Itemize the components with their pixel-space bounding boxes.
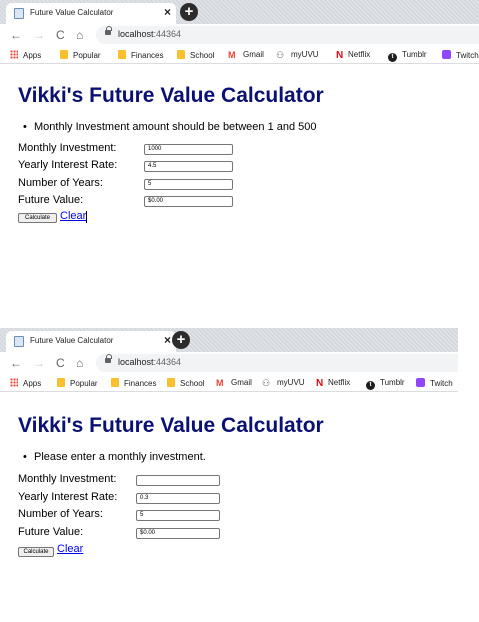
years-label: Number of Years: <box>18 508 103 520</box>
monthly-investment-label: Monthly Investment: <box>18 142 117 154</box>
back-arrow-icon[interactable]: ← <box>10 356 22 370</box>
bookmark-myuvu[interactable]: ⚇ myUVU <box>262 378 305 388</box>
people-icon: ⚇ <box>262 378 271 388</box>
monthly-investment-input[interactable] <box>136 475 220 486</box>
home-icon[interactable]: ⌂ <box>76 28 83 42</box>
url-text: localhost:44364 <box>118 29 182 39</box>
lock-icon <box>105 354 112 365</box>
bookmark-popular[interactable]: Popular <box>57 378 98 388</box>
tab-title: Future Value Calculator <box>30 8 114 17</box>
back-arrow-icon[interactable]: ← <box>10 28 22 42</box>
browser-toolbar: ← → C ⌂ localhost:44364 <box>0 24 479 46</box>
people-icon: ⚇ <box>276 50 285 60</box>
gmail-icon: M <box>228 50 236 60</box>
folder-icon <box>57 378 65 387</box>
page-favicon-icon <box>14 8 24 19</box>
monthly-investment-input[interactable]: 1000 <box>144 144 233 155</box>
lock-icon <box>105 26 112 37</box>
bookmark-finances[interactable]: Finances <box>111 378 156 388</box>
interest-rate-label: Yearly Interest Rate: <box>18 491 118 503</box>
browser-toolbar: ← → C ⌂ localhost:44364 <box>0 352 458 374</box>
twitch-icon <box>416 378 425 387</box>
clear-link[interactable]: Clear <box>60 210 86 222</box>
netflix-icon: N <box>336 50 344 61</box>
future-value-label: Future Value: <box>18 194 84 206</box>
bookmarks-bar: Apps Popular Finances School M Gmail ⚇ myU… <box>0 374 458 392</box>
years-input[interactable]: 5 <box>144 179 233 190</box>
bookmark-apps[interactable]: Apps <box>10 378 41 388</box>
years-label: Number of Years: <box>18 177 103 189</box>
page-favicon-icon <box>14 336 24 347</box>
bookmark-gmail[interactable]: M Gmail <box>228 50 264 60</box>
tab-strip: Future Value Calculator × + <box>0 328 458 352</box>
interest-rate-input[interactable]: 0.3 <box>136 493 220 504</box>
calculate-button[interactable]: Calculate <box>18 547 54 557</box>
twitch-icon <box>442 50 451 59</box>
folder-icon <box>111 378 119 387</box>
new-tab-icon[interactable]: + <box>180 3 198 21</box>
reload-icon[interactable]: C <box>56 28 65 42</box>
reload-icon[interactable]: C <box>56 356 65 370</box>
page-content: Vikki's Future Value Calculator Monthly … <box>0 64 479 240</box>
bookmarks-bar: Apps Popular Finances School M Gmail ⚇ myU… <box>0 46 479 64</box>
bookmark-twitch[interactable]: Twitch <box>416 378 453 388</box>
forward-arrow-icon[interactable]: → <box>33 28 45 42</box>
bookmark-school[interactable]: School <box>167 378 204 388</box>
browser-tab[interactable]: Future Value Calculator × <box>6 3 176 24</box>
apps-icon <box>10 378 18 387</box>
close-tab-icon[interactable]: × <box>164 5 171 19</box>
tab-strip: Future Value Calculator × + <box>0 0 479 24</box>
text-cursor <box>86 211 87 223</box>
netflix-icon: N <box>316 378 324 389</box>
tumblr-icon: t <box>366 381 375 390</box>
bookmark-tumblr[interactable]: t Tumblr <box>388 50 427 62</box>
validation-message: Monthly Investment amount should be betw… <box>23 121 317 133</box>
bookmark-netflix[interactable]: N Netflix <box>336 50 370 61</box>
browser-window-2: Future Value Calculator × + ← → C ⌂ loca… <box>0 328 458 568</box>
validation-message: Please enter a monthly investment. <box>23 451 206 463</box>
page-content: Vikki's Future Value Calculator Please e… <box>0 392 458 568</box>
monthly-investment-label: Monthly Investment: <box>18 473 117 485</box>
browser-tab[interactable]: Future Value Calculator × <box>6 331 176 352</box>
close-tab-icon[interactable]: × <box>164 333 171 347</box>
address-bar[interactable]: localhost:44364 <box>96 354 458 372</box>
calculate-button[interactable]: Calculate <box>18 213 57 223</box>
folder-icon <box>118 50 126 59</box>
bookmark-twitch[interactable]: Twitch <box>442 50 479 60</box>
address-bar[interactable]: localhost:44364 <box>96 26 479 44</box>
bookmark-popular[interactable]: Popular <box>60 50 101 60</box>
bookmark-myuvu[interactable]: ⚇ myUVU <box>276 50 319 60</box>
home-icon[interactable]: ⌂ <box>76 356 83 370</box>
bookmark-finances[interactable]: Finances <box>118 50 163 60</box>
browser-window-1: Future Value Calculator × + ← → C ⌂ loca… <box>0 0 479 240</box>
clear-link[interactable]: Clear <box>57 543 83 555</box>
page-title: Vikki's Future Value Calculator <box>18 84 324 107</box>
bookmark-gmail[interactable]: M Gmail <box>216 378 252 388</box>
page-title: Vikki's Future Value Calculator <box>18 414 324 437</box>
bookmark-apps[interactable]: Apps <box>10 50 41 60</box>
gmail-icon: M <box>216 378 224 388</box>
tab-title: Future Value Calculator <box>30 336 114 345</box>
interest-rate-label: Yearly Interest Rate: <box>18 159 118 171</box>
folder-icon <box>177 50 185 59</box>
future-value-output: $0.00 <box>136 528 220 539</box>
forward-arrow-icon[interactable]: → <box>33 356 45 370</box>
bookmark-school[interactable]: School <box>177 50 214 60</box>
folder-icon <box>167 378 175 387</box>
folder-icon <box>60 50 68 59</box>
interest-rate-input[interactable]: 4.5 <box>144 161 233 172</box>
years-input[interactable]: 5 <box>136 510 220 521</box>
bookmark-tumblr[interactable]: t Tumblr <box>366 378 405 390</box>
apps-icon <box>10 50 18 59</box>
bookmark-netflix[interactable]: N Netflix <box>316 378 350 389</box>
future-value-output: $0.00 <box>144 196 233 207</box>
future-value-label: Future Value: <box>18 526 84 538</box>
url-text: localhost:44364 <box>118 357 182 367</box>
new-tab-icon[interactable]: + <box>172 331 190 349</box>
tumblr-icon: t <box>388 53 397 62</box>
